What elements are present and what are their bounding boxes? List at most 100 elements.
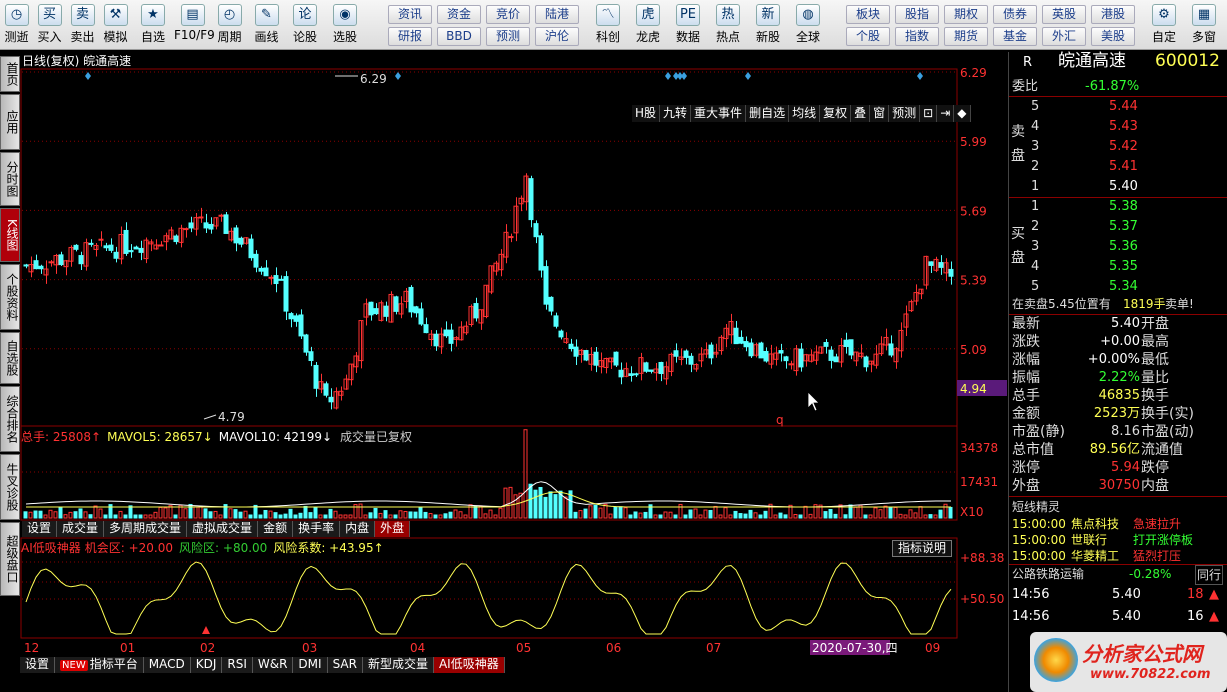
sector-tab[interactable]: 同行 — [1195, 565, 1224, 585]
sprite-stock[interactable]: 华菱精工 — [1071, 547, 1119, 565]
chart-pill[interactable]: ◆ — [954, 105, 971, 122]
chart-pill[interactable]: ⊡ — [920, 105, 938, 122]
volume-tab[interactable]: 设置 — [22, 521, 58, 537]
chart-pill[interactable]: 窗 — [870, 105, 890, 122]
items3-0[interactable]: ⚙ 自定 — [1144, 2, 1184, 48]
volume-tab[interactable]: 成交量 — [57, 521, 105, 537]
grid-button[interactable]: 个股 — [846, 27, 890, 46]
items-2[interactable]: 卖卖出 — [66, 2, 99, 48]
items2-2[interactable]: PE 数据 — [668, 2, 708, 48]
chart-pill[interactable]: 均线 — [789, 105, 821, 122]
sell-icon: 卖 — [70, 4, 95, 26]
side-tab[interactable]: 首页 — [0, 56, 20, 92]
candle-body — [278, 278, 284, 281]
indicator-tab[interactable]: RSI — [222, 657, 253, 673]
date-box: 2020-07-30,四 — [812, 641, 898, 655]
chart-pill[interactable]: 重大事件 — [691, 105, 747, 122]
indicator-tab[interactable]: AI低吸神器 — [433, 657, 505, 673]
items2-4[interactable]: 新新股 — [748, 2, 788, 48]
items-5[interactable]: ▤ F10/F9 — [174, 2, 215, 48]
items-4[interactable]: ★ 自选 — [132, 2, 174, 48]
candle-body — [198, 216, 204, 219]
items2-1[interactable]: 虎龙虎 — [628, 2, 668, 48]
indicator-tab[interactable]: 新型成交量 — [362, 657, 434, 673]
candle-body — [298, 314, 304, 337]
grid-button[interactable]: 研报 — [388, 27, 432, 46]
indicator-tab[interactable]: DMI — [293, 657, 328, 673]
price-tick: 5.99 — [960, 135, 987, 149]
items-0[interactable]: ◷ 测逝 — [0, 2, 33, 48]
indicator-tab[interactable]: W&R — [252, 657, 294, 673]
items-6[interactable]: ◴ 周期 — [211, 2, 248, 48]
indicator-tab[interactable]: SAR — [327, 657, 363, 673]
grid-button[interactable]: 外汇 — [1042, 27, 1086, 46]
chart-pill[interactable]: 预测 — [889, 105, 921, 122]
indicator-tab[interactable]: NEW 指标平台 — [55, 657, 144, 673]
volume-bar — [383, 510, 388, 519]
items2-0[interactable]: 〽科创 — [588, 2, 628, 48]
chart-pill[interactable]: 九转 — [660, 105, 692, 122]
grid-button[interactable]: 指数 — [895, 27, 939, 46]
grid-button[interactable]: BBD — [437, 27, 481, 46]
arrow-up-icon: ▲ — [1209, 587, 1219, 602]
items2-3[interactable]: 热热点 — [708, 2, 748, 48]
x-label: 06 — [606, 641, 621, 655]
grid-button[interactable]: 债券 — [993, 5, 1037, 24]
grid-button[interactable]: 板块 — [846, 5, 890, 24]
indicator-tab[interactable]: MACD — [143, 657, 191, 673]
sprite-title: 短线精灵 — [1009, 498, 1227, 516]
grid-button[interactable]: 股指 — [895, 5, 939, 24]
candle-body — [418, 308, 424, 325]
items-9[interactable]: ◉ 选股 — [325, 2, 365, 48]
grid-button[interactable]: 基金 — [993, 27, 1037, 46]
volume-bar — [408, 511, 413, 519]
items-label: 论股 — [292, 30, 317, 44]
grid-button[interactable]: 竞价 — [486, 5, 530, 24]
grid-button[interactable]: 预测 — [486, 27, 530, 46]
side-tab[interactable]: K线图 — [0, 208, 20, 262]
grid-button[interactable]: 期货 — [944, 27, 988, 46]
volume-tab[interactable]: 金额 — [258, 521, 294, 537]
side-tab[interactable]: 综合排名 — [0, 386, 20, 452]
side-tab[interactable]: 应用 — [0, 94, 20, 150]
items2-5[interactable]: ◍ 全球 — [788, 2, 828, 48]
side-tab[interactable]: 自选股 — [0, 332, 20, 384]
grid-button[interactable]: 港股 — [1091, 5, 1135, 24]
volume-tab[interactable]: 虚拟成交量 — [187, 521, 259, 537]
side-tab[interactable]: 分时图 — [0, 152, 20, 206]
chart-pill[interactable]: 删自选 — [746, 105, 790, 122]
volume-tab[interactable]: 换手率 — [293, 521, 341, 537]
items-8[interactable]: 论论股 — [285, 2, 325, 48]
level-price: 5.38 — [1109, 199, 1138, 214]
items-3[interactable]: ⚒ 模拟 — [99, 2, 132, 48]
volume-tab[interactable]: 内盘 — [340, 521, 376, 537]
items-1[interactable]: 买买入 — [33, 2, 66, 48]
volume-tabs: 设置 成交量 多周期成交量 虚拟成交量 金额 换手率 内盘 外盘 — [22, 521, 411, 537]
sector-name[interactable]: 公路铁路运输 — [1012, 565, 1084, 583]
grid-button[interactable]: 美股 — [1091, 27, 1135, 46]
watermark-logo-icon — [1034, 638, 1078, 682]
grid-button[interactable]: 英股 — [1042, 5, 1086, 24]
kline-chart-area[interactable]: 日线(复权) 皖通高速 6.29 4.79 q 6.29 5.99 5.69 5.39… — [20, 52, 1007, 673]
chart-pill[interactable]: 叠 — [851, 105, 871, 122]
items-7[interactable]: ✎ 画线 — [248, 2, 285, 48]
side-tab[interactable]: 个股资料 — [0, 264, 20, 330]
chart-pill[interactable]: 复权 — [820, 105, 852, 122]
chart-pill[interactable]: ⇥ — [937, 105, 955, 122]
items3-1[interactable]: ▦ 多窗 — [1184, 2, 1224, 48]
volume-tab[interactable]: 外盘 — [375, 521, 411, 537]
items-label: 画线 — [254, 30, 279, 44]
grid-button[interactable]: 期权 — [944, 5, 988, 24]
indicator-help-button[interactable]: 指标说明 — [892, 540, 952, 557]
grid-button[interactable]: 陆港 — [535, 5, 579, 24]
grid-button[interactable]: 资讯 — [388, 5, 432, 24]
side-tab[interactable]: 超级盘口 — [0, 522, 20, 596]
volume-tab[interactable]: 多周期成交量 — [104, 521, 188, 537]
candle-body — [258, 267, 264, 272]
indicator-tab[interactable]: 设置 — [20, 657, 56, 673]
chart-pill[interactable]: H股 — [632, 105, 661, 122]
grid-button[interactable]: 沪伦 — [535, 27, 579, 46]
side-tab[interactable]: 牛叉诊股 — [0, 454, 20, 520]
indicator-tab[interactable]: KDJ — [190, 657, 223, 673]
grid-button[interactable]: 资金 — [437, 5, 481, 24]
